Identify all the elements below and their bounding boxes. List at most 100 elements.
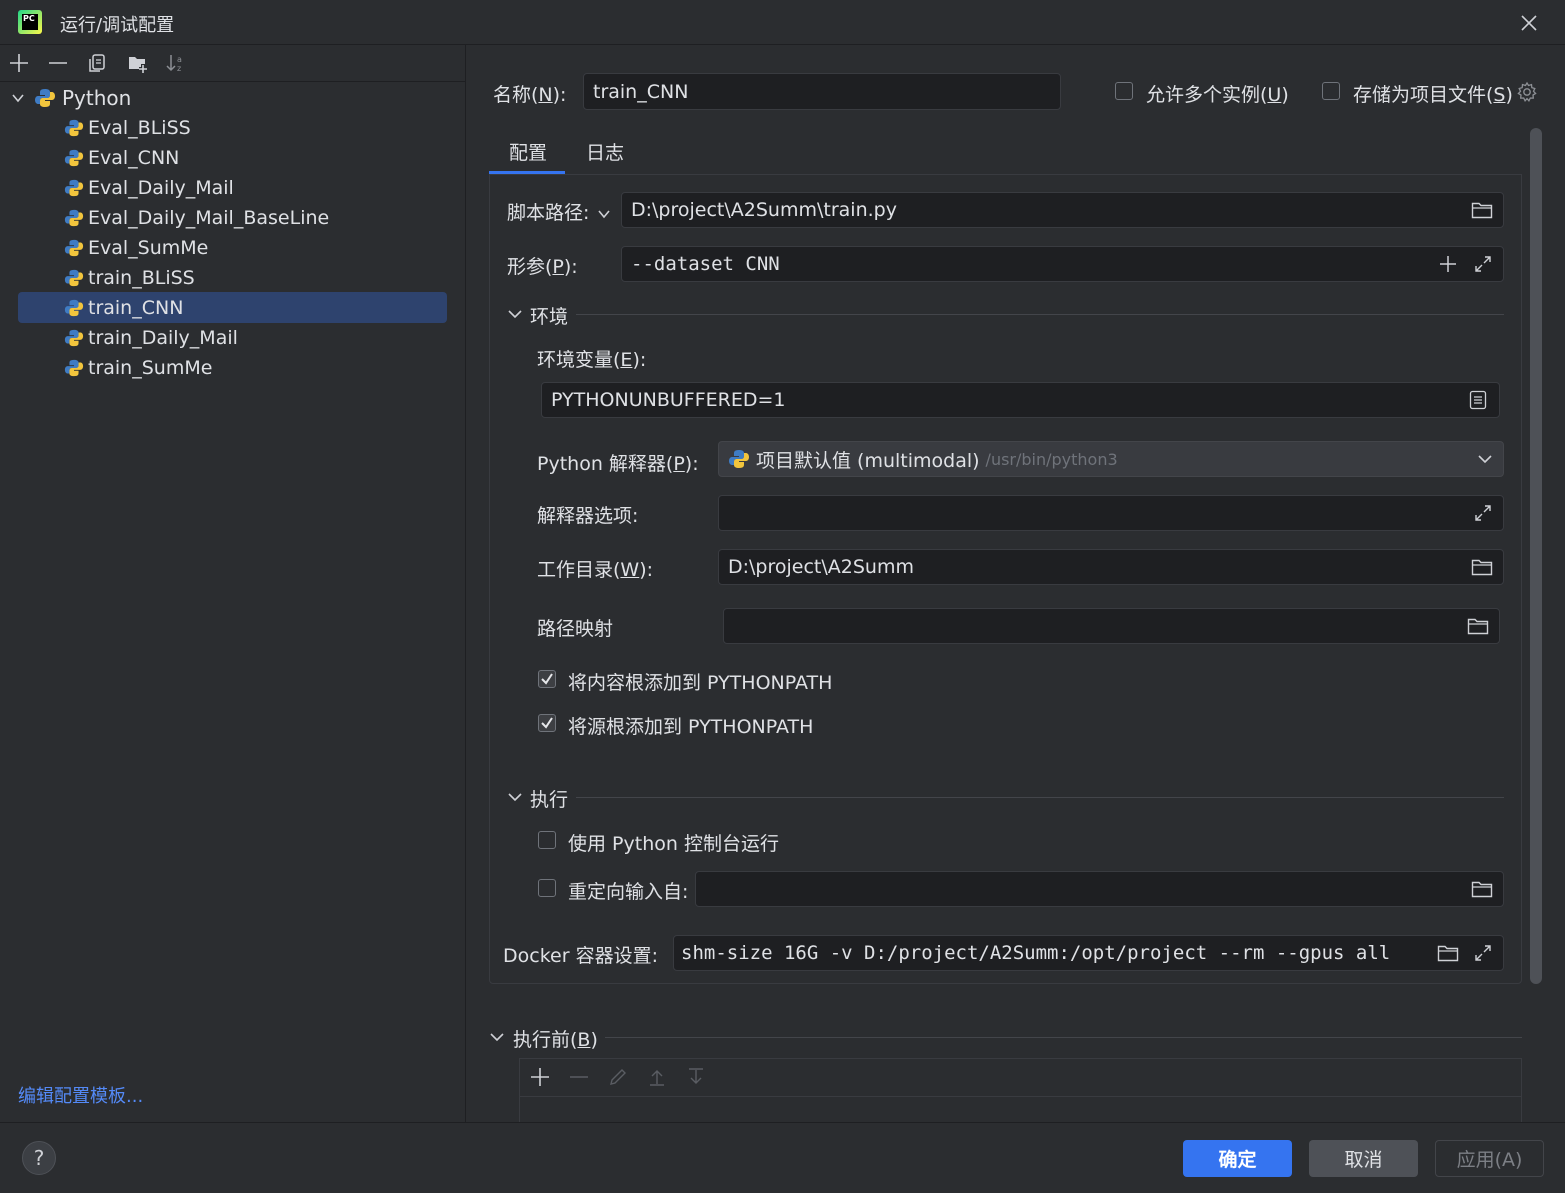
ok-button-label: 确定 xyxy=(1218,1149,1257,1171)
allow-multiple-checkbox[interactable] xyxy=(1115,82,1133,100)
apply-button[interactable]: 应用(A) xyxy=(1435,1140,1544,1177)
bottom-bar: ? 确定 取消 应用(A) xyxy=(0,1122,1565,1193)
tree-item-train-daily-mail[interactable]: train_Daily_Mail xyxy=(64,323,238,353)
python-icon xyxy=(64,268,84,288)
window-title: 运行/调试配置 xyxy=(60,15,175,36)
add-icon[interactable] xyxy=(530,1067,550,1092)
folder-icon[interactable] xyxy=(1433,944,1459,962)
chevron-down-icon[interactable] xyxy=(489,1028,505,1050)
add-source-roots-checkbox[interactable] xyxy=(538,714,556,732)
copy-icon[interactable] xyxy=(87,52,109,74)
name-value: train_CNN xyxy=(593,80,689,103)
move-down-icon xyxy=(686,1067,706,1092)
chevron-down-icon[interactable] xyxy=(597,207,611,221)
chevron-down-icon[interactable] xyxy=(8,91,28,105)
use-console-checkbox[interactable] xyxy=(538,831,556,849)
script-path-label[interactable]: 脚本路径: xyxy=(507,198,611,225)
scrollbar[interactable] xyxy=(1530,128,1542,984)
add-content-roots-label[interactable]: 将内容根添加到 PYTHONPATH xyxy=(568,668,832,695)
tree-item-train-cnn[interactable]: train_CNN xyxy=(64,293,183,323)
tree-item-label: Eval_CNN xyxy=(88,147,180,169)
interp-options-input[interactable] xyxy=(718,495,1504,531)
redirect-input-checkbox[interactable] xyxy=(538,879,556,897)
exec-section-title[interactable]: 执行 xyxy=(530,785,568,812)
tree-item-train-bliss[interactable]: train_BLiSS xyxy=(64,263,195,293)
redirect-input-field[interactable] xyxy=(695,871,1504,907)
store-as-file-checkbox[interactable] xyxy=(1322,82,1340,100)
chevron-down-icon[interactable] xyxy=(507,788,523,810)
chevron-down-icon[interactable] xyxy=(1477,451,1493,467)
env-vars-value: PYTHONUNBUFFERED=1 xyxy=(551,389,786,411)
folder-icon[interactable] xyxy=(1471,201,1493,219)
tree-group-python[interactable]: Python xyxy=(8,83,131,113)
docker-value: shm-size 16G -v D:/project/A2Summ:/opt/p… xyxy=(681,942,1391,964)
folder-icon[interactable] xyxy=(1471,558,1493,576)
help-icon: ? xyxy=(33,1146,45,1170)
expand-icon[interactable] xyxy=(1473,503,1493,523)
tree-group-label: Python xyxy=(62,86,132,110)
python-icon xyxy=(64,118,84,138)
before-launch-title[interactable]: 执行前(B) xyxy=(513,1025,598,1052)
env-section-divider xyxy=(576,314,1504,315)
use-console-label[interactable]: 使用 Python 控制台运行 xyxy=(568,829,779,856)
python-icon xyxy=(64,178,84,198)
folder-icon[interactable] xyxy=(1467,617,1489,635)
app-logo-icon: PC xyxy=(18,10,42,34)
env-section-title[interactable]: 环境 xyxy=(530,302,568,329)
tree-item-train-summe[interactable]: train_SumMe xyxy=(64,353,212,383)
workdir-input[interactable]: D:\project\A2Summ xyxy=(718,549,1504,585)
edit-templates-link[interactable]: 编辑配置模板... xyxy=(18,1082,143,1108)
python-icon xyxy=(64,328,84,348)
new-folder-icon[interactable] xyxy=(127,52,149,74)
tree-item-label: Eval_SumMe xyxy=(88,237,209,259)
name-input[interactable]: train_CNN xyxy=(583,73,1061,110)
redirect-input-label[interactable]: 重定向输入自: xyxy=(568,877,688,904)
script-path-label-text: 脚本路径: xyxy=(507,202,590,224)
tree-toolbar: az xyxy=(0,45,465,82)
docker-input[interactable]: shm-size 16G -v D:/project/A2Summ:/opt/p… xyxy=(673,935,1504,971)
svg-text:z: z xyxy=(177,64,181,73)
add-source-roots-label[interactable]: 将源根添加到 PYTHONPATH xyxy=(568,712,813,739)
cancel-button-label: 取消 xyxy=(1344,1149,1383,1171)
python-icon xyxy=(64,208,84,228)
tree-item-label: Eval_Daily_Mail xyxy=(88,177,234,199)
params-input[interactable]: --dataset CNN xyxy=(621,246,1504,282)
allow-multiple-label[interactable]: 允许多个实例(U) xyxy=(1146,80,1289,107)
cancel-button[interactable]: 取消 xyxy=(1309,1140,1418,1177)
expand-icon[interactable] xyxy=(1473,254,1493,274)
store-as-file-label[interactable]: 存储为项目文件(S) xyxy=(1353,80,1513,107)
list-icon[interactable] xyxy=(1469,390,1487,410)
expand-icon[interactable] xyxy=(1473,943,1493,963)
gear-icon[interactable] xyxy=(1516,81,1538,103)
tree-item-eval-bliss[interactable]: Eval_BLiSS xyxy=(64,113,191,143)
left-panel: az Python Eval_BLiSS Eval_CNN Eval_Daily… xyxy=(0,45,466,1122)
tree-item-eval-summe[interactable]: Eval_SumMe xyxy=(64,233,208,263)
folder-icon[interactable] xyxy=(1471,880,1493,898)
path-mapping-label: 路径映射 xyxy=(537,618,614,640)
env-vars-input[interactable]: PYTHONUNBUFFERED=1 xyxy=(541,382,1500,418)
python-icon xyxy=(64,238,84,258)
add-icon[interactable] xyxy=(1438,254,1458,274)
interpreter-select[interactable]: 项目默认值 (multimodal) /usr/bin/python3 xyxy=(718,441,1504,477)
tab-log[interactable]: 日志 xyxy=(586,138,624,165)
ok-button[interactable]: 确定 xyxy=(1183,1140,1292,1177)
close-icon[interactable] xyxy=(1518,12,1540,34)
tree-item-eval-daily-mail-baseline[interactable]: Eval_Daily_Mail_BaseLine xyxy=(64,203,329,233)
remove-icon[interactable] xyxy=(47,52,69,74)
path-mapping-input[interactable] xyxy=(723,608,1500,644)
add-content-roots-checkbox[interactable] xyxy=(538,670,556,688)
name-label: 名称(N): xyxy=(493,84,567,106)
tab-config[interactable]: 配置 xyxy=(509,138,547,165)
tree-item-eval-daily-mail[interactable]: Eval_Daily_Mail xyxy=(64,173,234,203)
chevron-down-icon[interactable] xyxy=(507,305,523,327)
add-icon[interactable] xyxy=(8,52,30,74)
help-button[interactable]: ? xyxy=(22,1141,56,1175)
script-path-input[interactable]: D:\project\A2Summ\train.py xyxy=(621,192,1504,228)
tree-item-label: train_CNN xyxy=(88,297,184,319)
sort-icon[interactable]: az xyxy=(165,52,187,74)
python-icon xyxy=(64,148,84,168)
move-up-icon xyxy=(647,1067,667,1092)
env-vars-label: 环境变量(E): xyxy=(537,349,647,371)
tree-item-eval-cnn[interactable]: Eval_CNN xyxy=(64,143,179,173)
python-icon xyxy=(34,87,56,109)
